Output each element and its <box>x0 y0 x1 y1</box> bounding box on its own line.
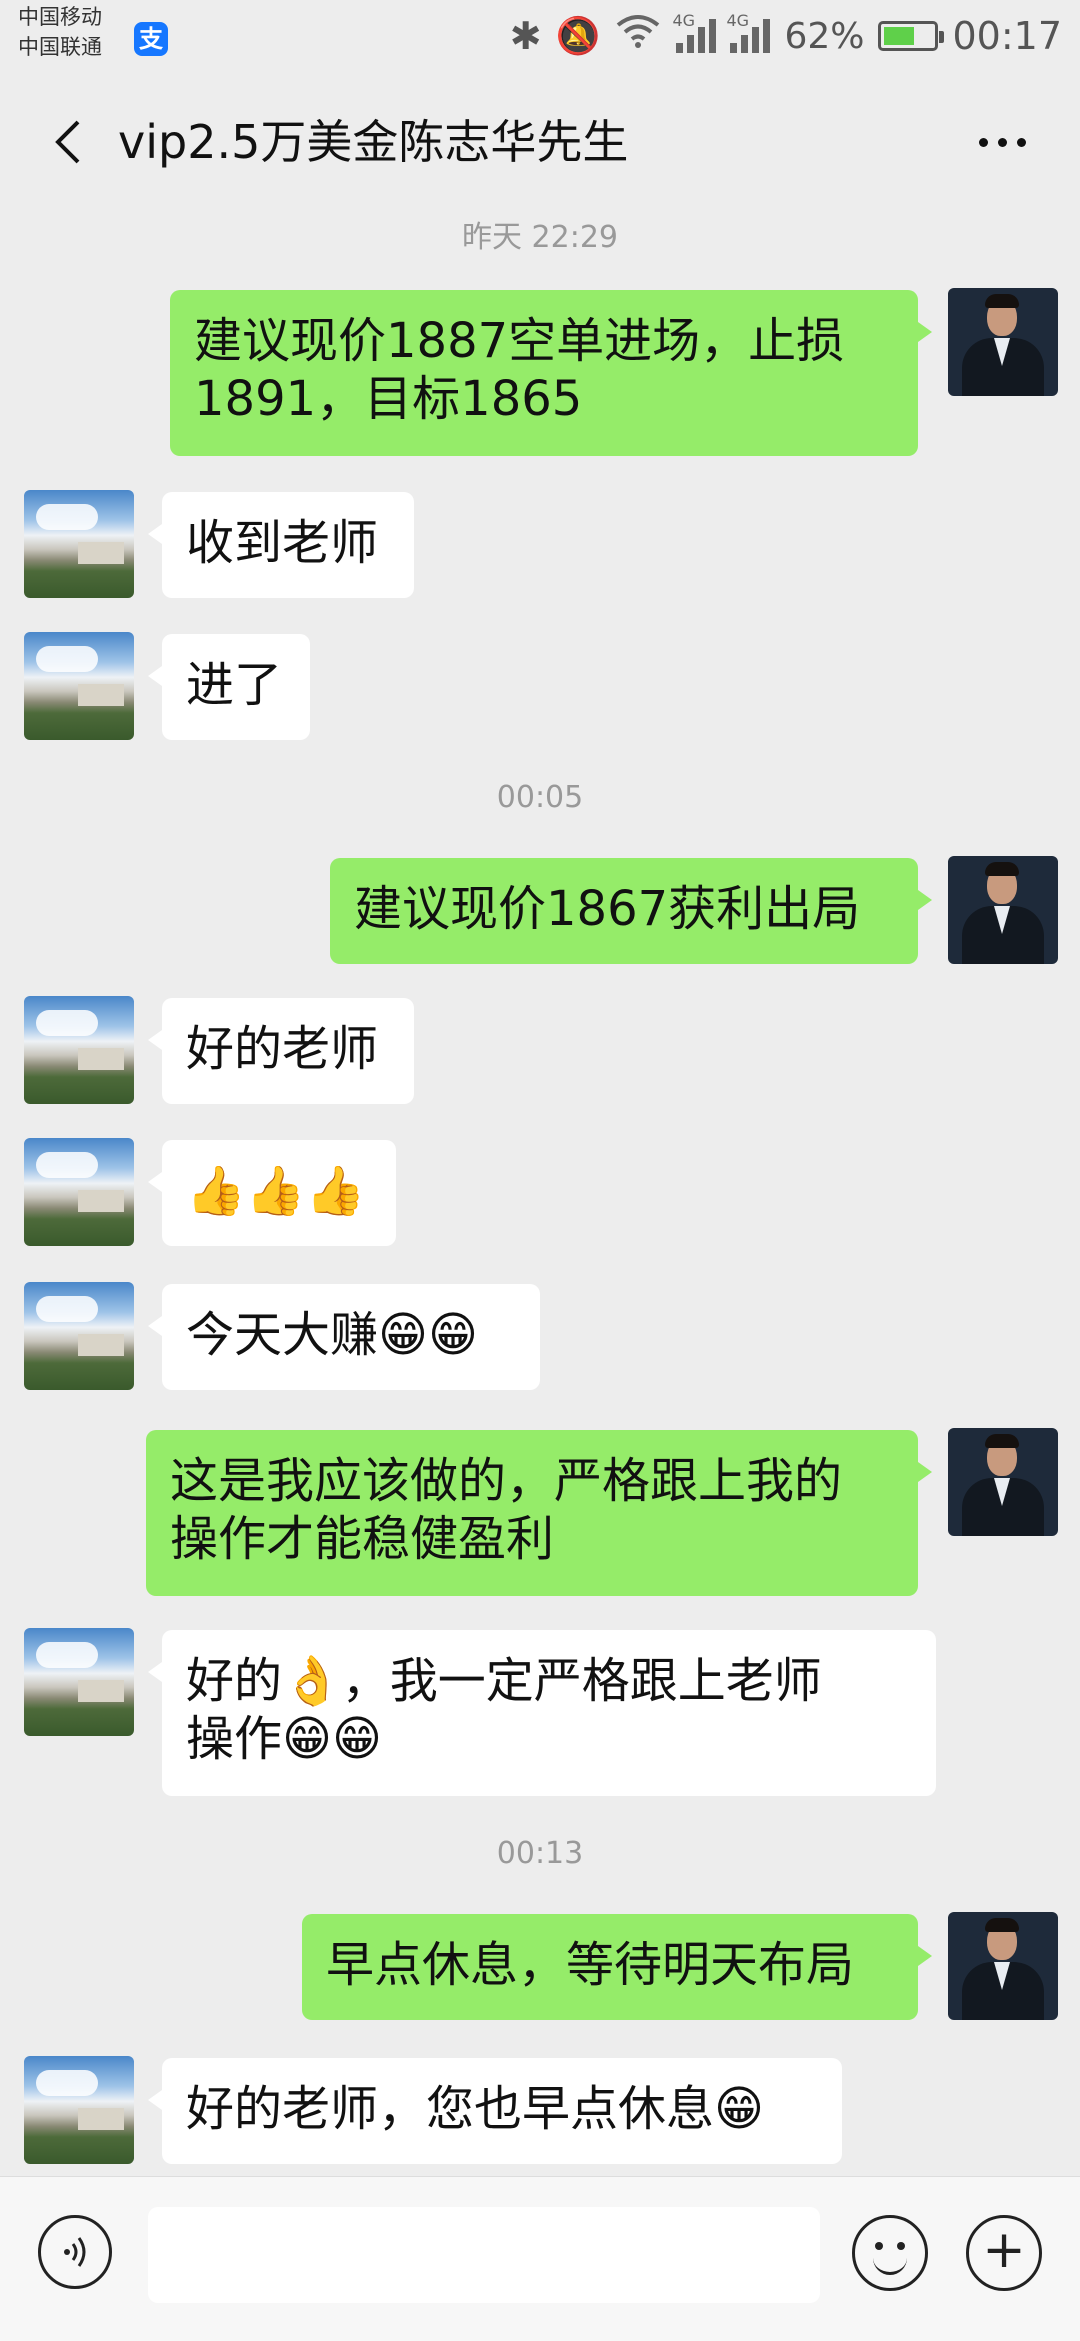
timestamp: 00:13 <box>496 1836 584 1871</box>
message-bubble[interactable]: 进了 <box>148 634 310 740</box>
contact-avatar[interactable] <box>24 1138 134 1246</box>
network-type-1: 4G <box>672 11 696 30</box>
message-bubble[interactable]: 早点休息，等待明天布局 <box>302 1914 932 2020</box>
contact-avatar[interactable] <box>24 2056 134 2164</box>
message-bubble[interactable]: 收到老师 <box>148 492 414 598</box>
mute-icon: 🔕 <box>555 16 601 57</box>
carrier-labels: 中国移动 中国联通 <box>18 2 102 62</box>
timestamp: 昨天 22:29 <box>462 220 618 255</box>
contact-avatar[interactable] <box>24 1628 134 1736</box>
bluetooth-icon: ✱ <box>509 14 542 58</box>
status-icons: ✱ 🔕 4G 4G 62% 00:17 <box>510 8 1062 64</box>
clock: 00:17 <box>952 14 1062 58</box>
status-bar: 中国移动 中国联通 支 ✱ 🔕 4G 4G 62% 00:17 <box>0 0 1080 72</box>
network-type-2: 4G <box>726 11 750 30</box>
battery-percent: 62% <box>784 15 865 57</box>
contact-avatar[interactable] <box>24 490 134 598</box>
signal-icon-2: 4G <box>726 11 771 53</box>
chat-header: vip2.5万美金陈志华先生 <box>0 72 1080 212</box>
sender-avatar[interactable] <box>948 1912 1058 2020</box>
carrier-2: 中国联通 <box>18 35 102 59</box>
message-bubble[interactable]: 这是我应该做的，严格跟上我的 操作才能稳健盈利 <box>146 1430 932 1596</box>
alipay-icon: 支 <box>134 22 168 56</box>
timestamp: 00:05 <box>496 780 584 815</box>
voice-icon <box>64 2237 86 2267</box>
message-bubble[interactable]: 今天大赚😁😁 <box>148 1284 540 1390</box>
carrier-1: 中国移动 <box>18 5 102 29</box>
signal-icon-1: 4G <box>672 11 717 53</box>
wifi-icon <box>614 13 662 59</box>
sender-avatar[interactable] <box>948 856 1058 964</box>
more-options-button[interactable] <box>962 112 1042 172</box>
contact-avatar[interactable] <box>24 632 134 740</box>
message-bubble[interactable]: 好的👌，我一定严格跟上老师 操作😁😁 <box>148 1630 936 1796</box>
back-button[interactable] <box>40 112 100 172</box>
message-bubble[interactable]: 建议现价1867获利出局 <box>330 858 932 964</box>
message-input[interactable] <box>148 2207 820 2303</box>
message-bubble[interactable]: 好的老师，您也早点休息😁 <box>148 2058 842 2164</box>
message-bubble[interactable]: 好的老师 <box>148 998 414 1104</box>
emoji-button[interactable] <box>852 2215 928 2291</box>
message-bubble[interactable]: 👍👍👍 <box>148 1140 396 1246</box>
voice-input-button[interactable] <box>38 2215 112 2289</box>
contact-avatar[interactable] <box>24 996 134 1104</box>
chevron-left-icon <box>55 120 80 164</box>
more-actions-button[interactable]: + <box>966 2215 1042 2291</box>
input-bar: + <box>0 2176 1080 2341</box>
chat-title: vip2.5万美金陈志华先生 <box>118 115 629 169</box>
sender-avatar[interactable] <box>948 288 1058 396</box>
contact-avatar[interactable] <box>24 1282 134 1390</box>
battery-icon <box>878 21 945 51</box>
message-bubble[interactable]: 建议现价1887空单进场，止损 1891，目标1865 <box>170 290 932 456</box>
sender-avatar[interactable] <box>948 1428 1058 1536</box>
